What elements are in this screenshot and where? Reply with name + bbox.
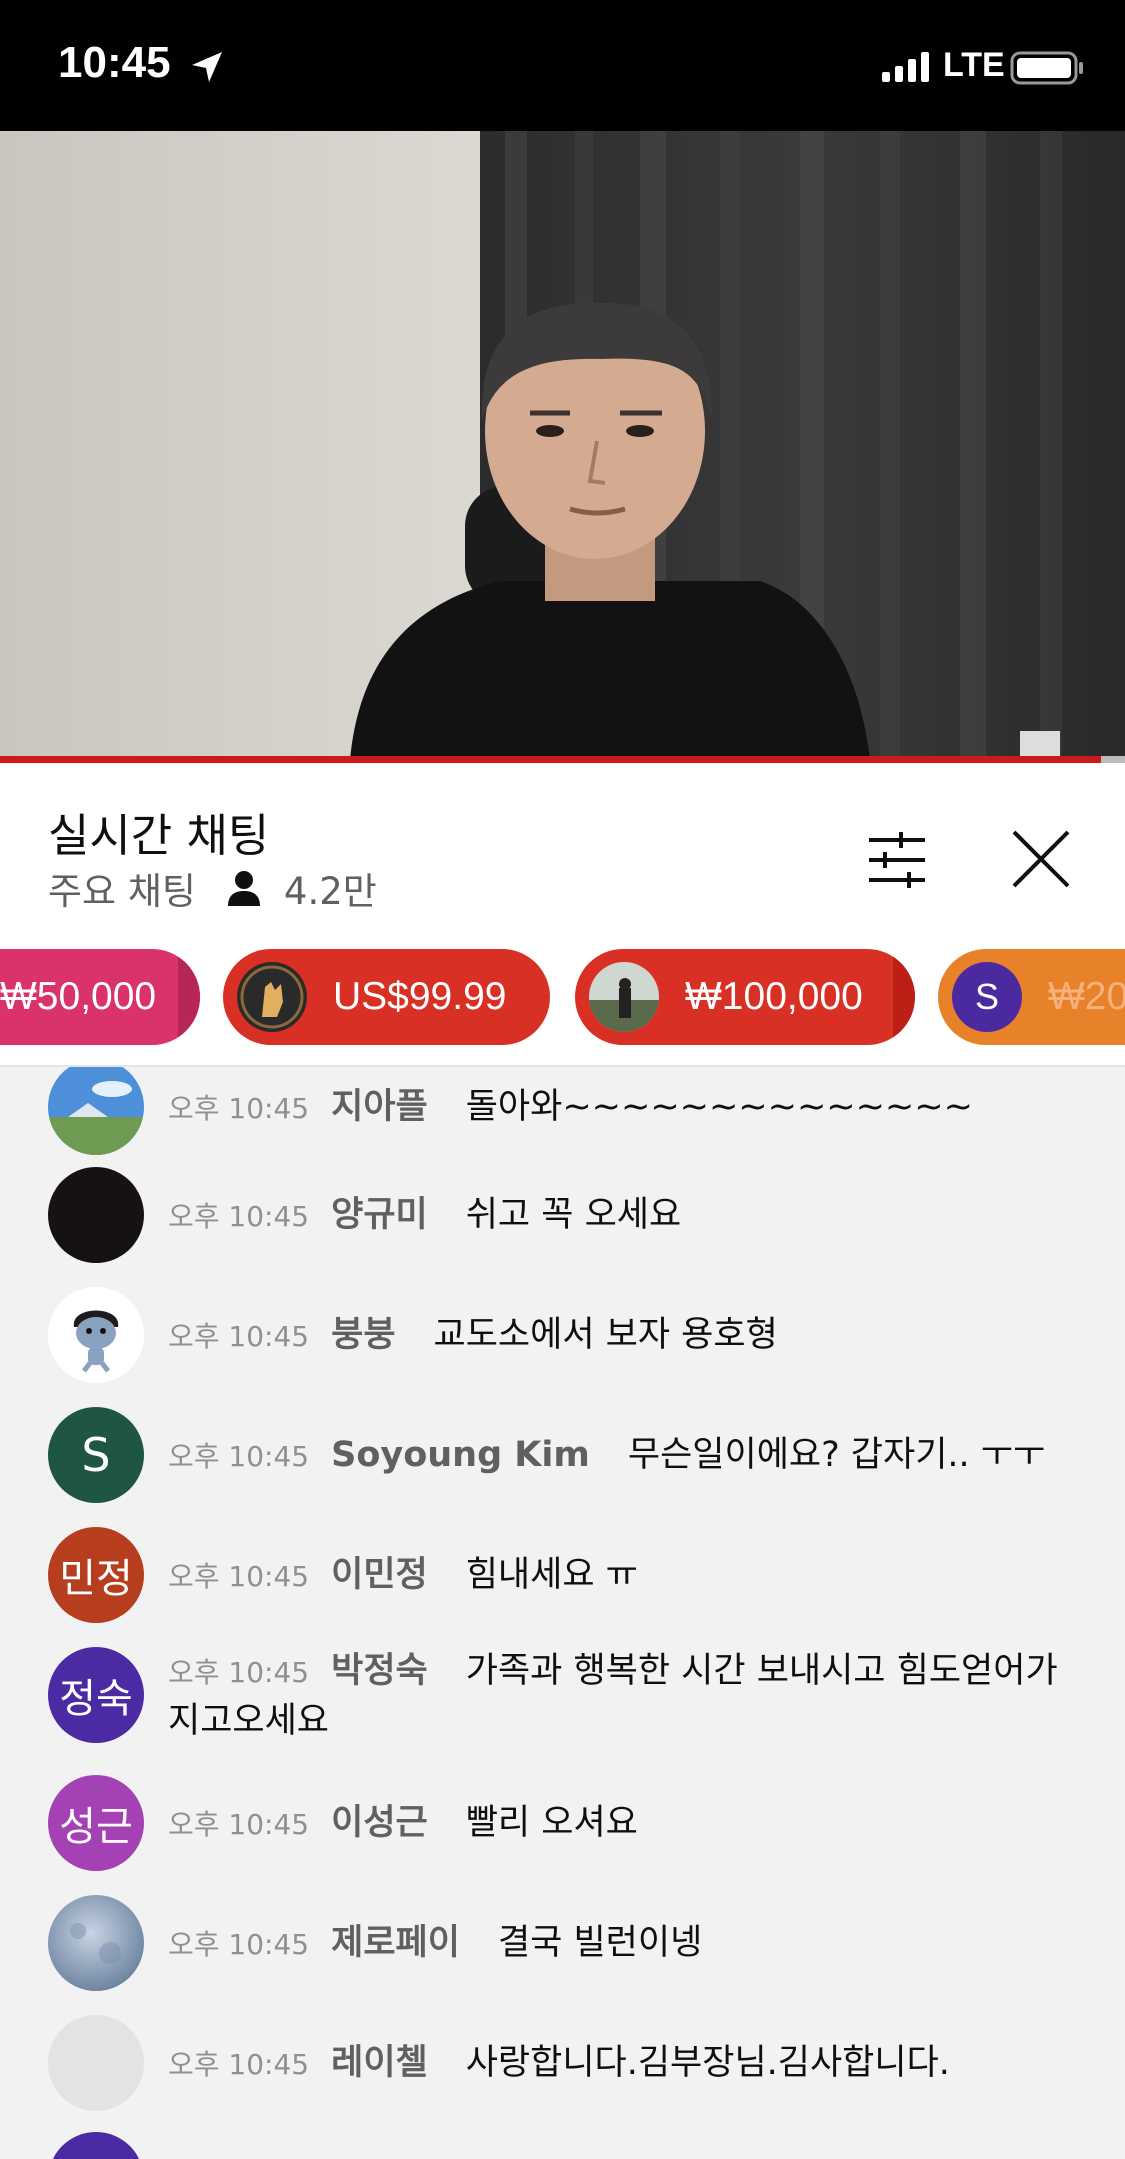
super-chat-amount: ₩50,000 <box>0 975 157 1018</box>
location-arrow-icon <box>192 52 222 82</box>
chat-message-list[interactable]: 오후 10:45 지아플 돌아와~~~~~~~~~~~~~~ 오후 10:45 양규미… <box>0 1067 1125 2159</box>
message-content: 오후 10:45 양규미 쉬고 꼭 오세요 <box>168 1191 1068 1241</box>
chip-timer-edge <box>893 949 915 1045</box>
message-text: 결국 빌런이넹 <box>497 1923 703 1963</box>
avatar[interactable] <box>48 1167 144 1263</box>
message-text: 돌아와~~~~~~~~~~~~~~ <box>465 1087 973 1127</box>
message-text: 사랑합니다.김부장님.김사합니다. <box>465 2043 950 2083</box>
battery-icon <box>1010 51 1083 85</box>
message-timestamp: 오후 10:45 <box>168 1560 310 1593</box>
person-icon <box>227 871 260 906</box>
message-content: 오후 10:45 이민정 힘내세요 ㅠ <box>168 1551 1068 1601</box>
super-chat-avatar <box>237 962 307 1032</box>
cellular-signal-icon <box>882 52 929 82</box>
avatar[interactable] <box>48 2015 144 2111</box>
message-text: 힘내세요 ㅠ <box>465 1555 638 1595</box>
avatar[interactable]: S <box>48 1407 144 1503</box>
message-author[interactable]: 지아플 <box>331 1087 428 1127</box>
avatar[interactable] <box>48 2132 144 2159</box>
message-text: 교도소에서 보자 용호형 <box>433 1315 778 1355</box>
chat-mode-label[interactable]: 주요 채팅 <box>48 861 196 915</box>
close-chat-button[interactable] <box>1010 828 1072 890</box>
chat-title: 실시간 채팅 <box>48 809 270 862</box>
avatar[interactable] <box>48 1895 144 1991</box>
network-type-label: LTE <box>943 46 1005 84</box>
message-timestamp: 오후 10:45 <box>168 1928 310 1961</box>
message-timestamp: 오후 10:45 <box>168 1440 310 1473</box>
sliders-icon <box>869 832 925 888</box>
message-author[interactable]: 이민정 <box>331 1555 428 1595</box>
message-text: 빨리 오셔요 <box>465 1803 638 1843</box>
super-chat-chip[interactable]: ₩100,000 <box>575 949 915 1045</box>
super-chat-ticker[interactable]: ₩50,000 US$99.99 ₩100,000 S ₩20 <box>0 941 1125 1067</box>
avatar[interactable]: 정숙 <box>48 1647 144 1743</box>
avatar[interactable]: 민정 <box>48 1527 144 1623</box>
message-author[interactable]: 레이첼 <box>331 2043 428 2083</box>
message-author[interactable]: Soyoung Kim <box>331 1435 590 1475</box>
message-content: 오후 10:45 Soyoung Kim 무슨일이에요? 갑자기.. ㅜㅜ <box>168 1431 1068 1481</box>
super-chat-chip[interactable]: ₩50,000 <box>0 949 200 1045</box>
chip-timer-edge <box>178 949 200 1045</box>
message-content: 오후 10:45 레이첼 사랑합니다.김부장님.김사합니다. <box>168 2039 1068 2089</box>
message-timestamp: 오후 10:45 <box>168 1200 310 1233</box>
video-progress-bar[interactable] <box>0 756 1125 763</box>
message-author[interactable]: 박정숙 <box>331 1651 428 1691</box>
viewer-count: 4.2만 <box>283 870 377 913</box>
super-chat-amount: ₩20 <box>1048 975 1125 1018</box>
super-chat-amount: US$99.99 <box>333 975 507 1018</box>
message-timestamp: 오후 10:45 <box>168 2048 310 2081</box>
avatar[interactable] <box>48 1287 144 1383</box>
message-timestamp: 오후 10:45 <box>168 1656 310 1689</box>
status-bar: 10:45 LTE <box>0 0 1125 131</box>
super-chat-amount: ₩100,000 <box>685 975 863 1018</box>
chat-header: 실시간 채팅 주요 채팅 4.2만 <box>0 763 1125 941</box>
message-timestamp: 오후 10:45 <box>168 1320 310 1353</box>
super-chat-avatar: S <box>952 962 1022 1032</box>
chat-subtitle: 주요 채팅 4.2만 <box>48 861 377 915</box>
message-author[interactable]: 붕붕 <box>331 1315 395 1355</box>
message-content: 오후 10:45 지아플 돌아와~~~~~~~~~~~~~~ <box>168 1083 1068 1133</box>
message-content: 오후 10:45 이성근 빨리 오셔요 <box>168 1799 1068 1849</box>
message-author[interactable]: 제로페이 <box>331 1923 460 1963</box>
status-time: 10:45 <box>58 38 171 87</box>
avatar[interactable] <box>48 1067 144 1155</box>
video-frame <box>0 131 1125 760</box>
chat-settings-button[interactable] <box>865 828 929 892</box>
super-chat-chip[interactable]: S ₩20 <box>938 949 1125 1045</box>
message-text: 쉬고 꼭 오세요 <box>465 1195 682 1235</box>
message-content: 오후 10:45 박정숙 가족과 행복한 시간 보내시고 힘도얻어가지고오세요 <box>168 1647 1068 1745</box>
message-content: 오후 10:45 붕붕 교도소에서 보자 용호형 <box>168 1311 1068 1361</box>
message-content: 오후 10:45 제로페이 결국 빌런이넹 <box>168 1919 1068 1969</box>
message-timestamp: 오후 10:45 <box>168 1092 310 1125</box>
message-author[interactable]: 양규미 <box>331 1195 428 1235</box>
super-chat-avatar <box>589 962 659 1032</box>
super-chat-chip[interactable]: US$99.99 <box>223 949 550 1045</box>
message-timestamp: 오후 10:45 <box>168 1808 310 1841</box>
message-text: 무슨일이에요? 갑자기.. ㅜㅜ <box>627 1435 1046 1475</box>
close-icon <box>1012 830 1070 888</box>
avatar[interactable]: 성근 <box>48 1775 144 1871</box>
message-author[interactable]: 이성근 <box>331 1803 428 1843</box>
video-player[interactable] <box>0 131 1125 760</box>
progress-buffer <box>1101 756 1125 763</box>
